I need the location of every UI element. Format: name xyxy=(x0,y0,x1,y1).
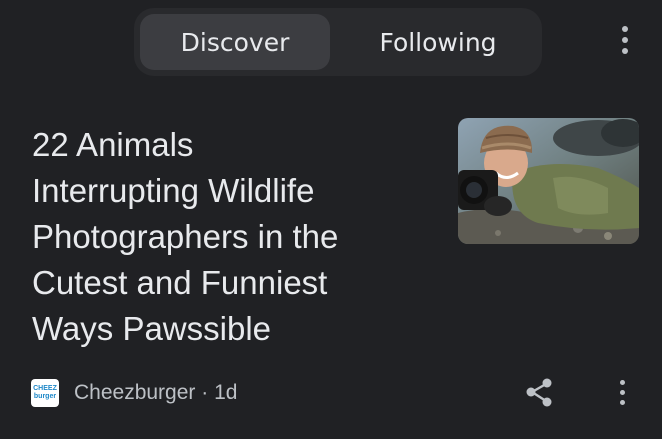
article-age: 1d xyxy=(214,381,238,404)
tab-discover[interactable]: Discover xyxy=(140,14,330,70)
source-name: Cheezburger xyxy=(74,381,196,404)
headline-line: 22 Animals xyxy=(32,126,194,163)
more-vert-icon[interactable] xyxy=(610,20,640,60)
tab-following[interactable]: Following xyxy=(340,14,536,70)
cheezburger-logo: CHEEZ burger xyxy=(31,379,59,407)
feed-tab-bar: Discover Following xyxy=(134,8,542,76)
article-thumbnail[interactable] xyxy=(458,118,639,244)
more-vert-icon[interactable] xyxy=(607,372,637,412)
article-source: Cheezburger · 1d xyxy=(74,379,237,407)
headline-line: Cutest and Funniest xyxy=(32,264,328,301)
article-headline[interactable]: 22 Animals Interrupting Wildlife Photogr… xyxy=(32,122,432,352)
headline-line: Photographers in the xyxy=(32,218,339,255)
headline-line: Interrupting Wildlife xyxy=(32,172,315,209)
meta-separator: · xyxy=(201,381,209,404)
share-icon[interactable] xyxy=(522,375,556,409)
headline-line: Ways Pawssible xyxy=(32,310,272,347)
discover-feed: Discover Following 22 Animals Interrupti… xyxy=(0,0,662,439)
